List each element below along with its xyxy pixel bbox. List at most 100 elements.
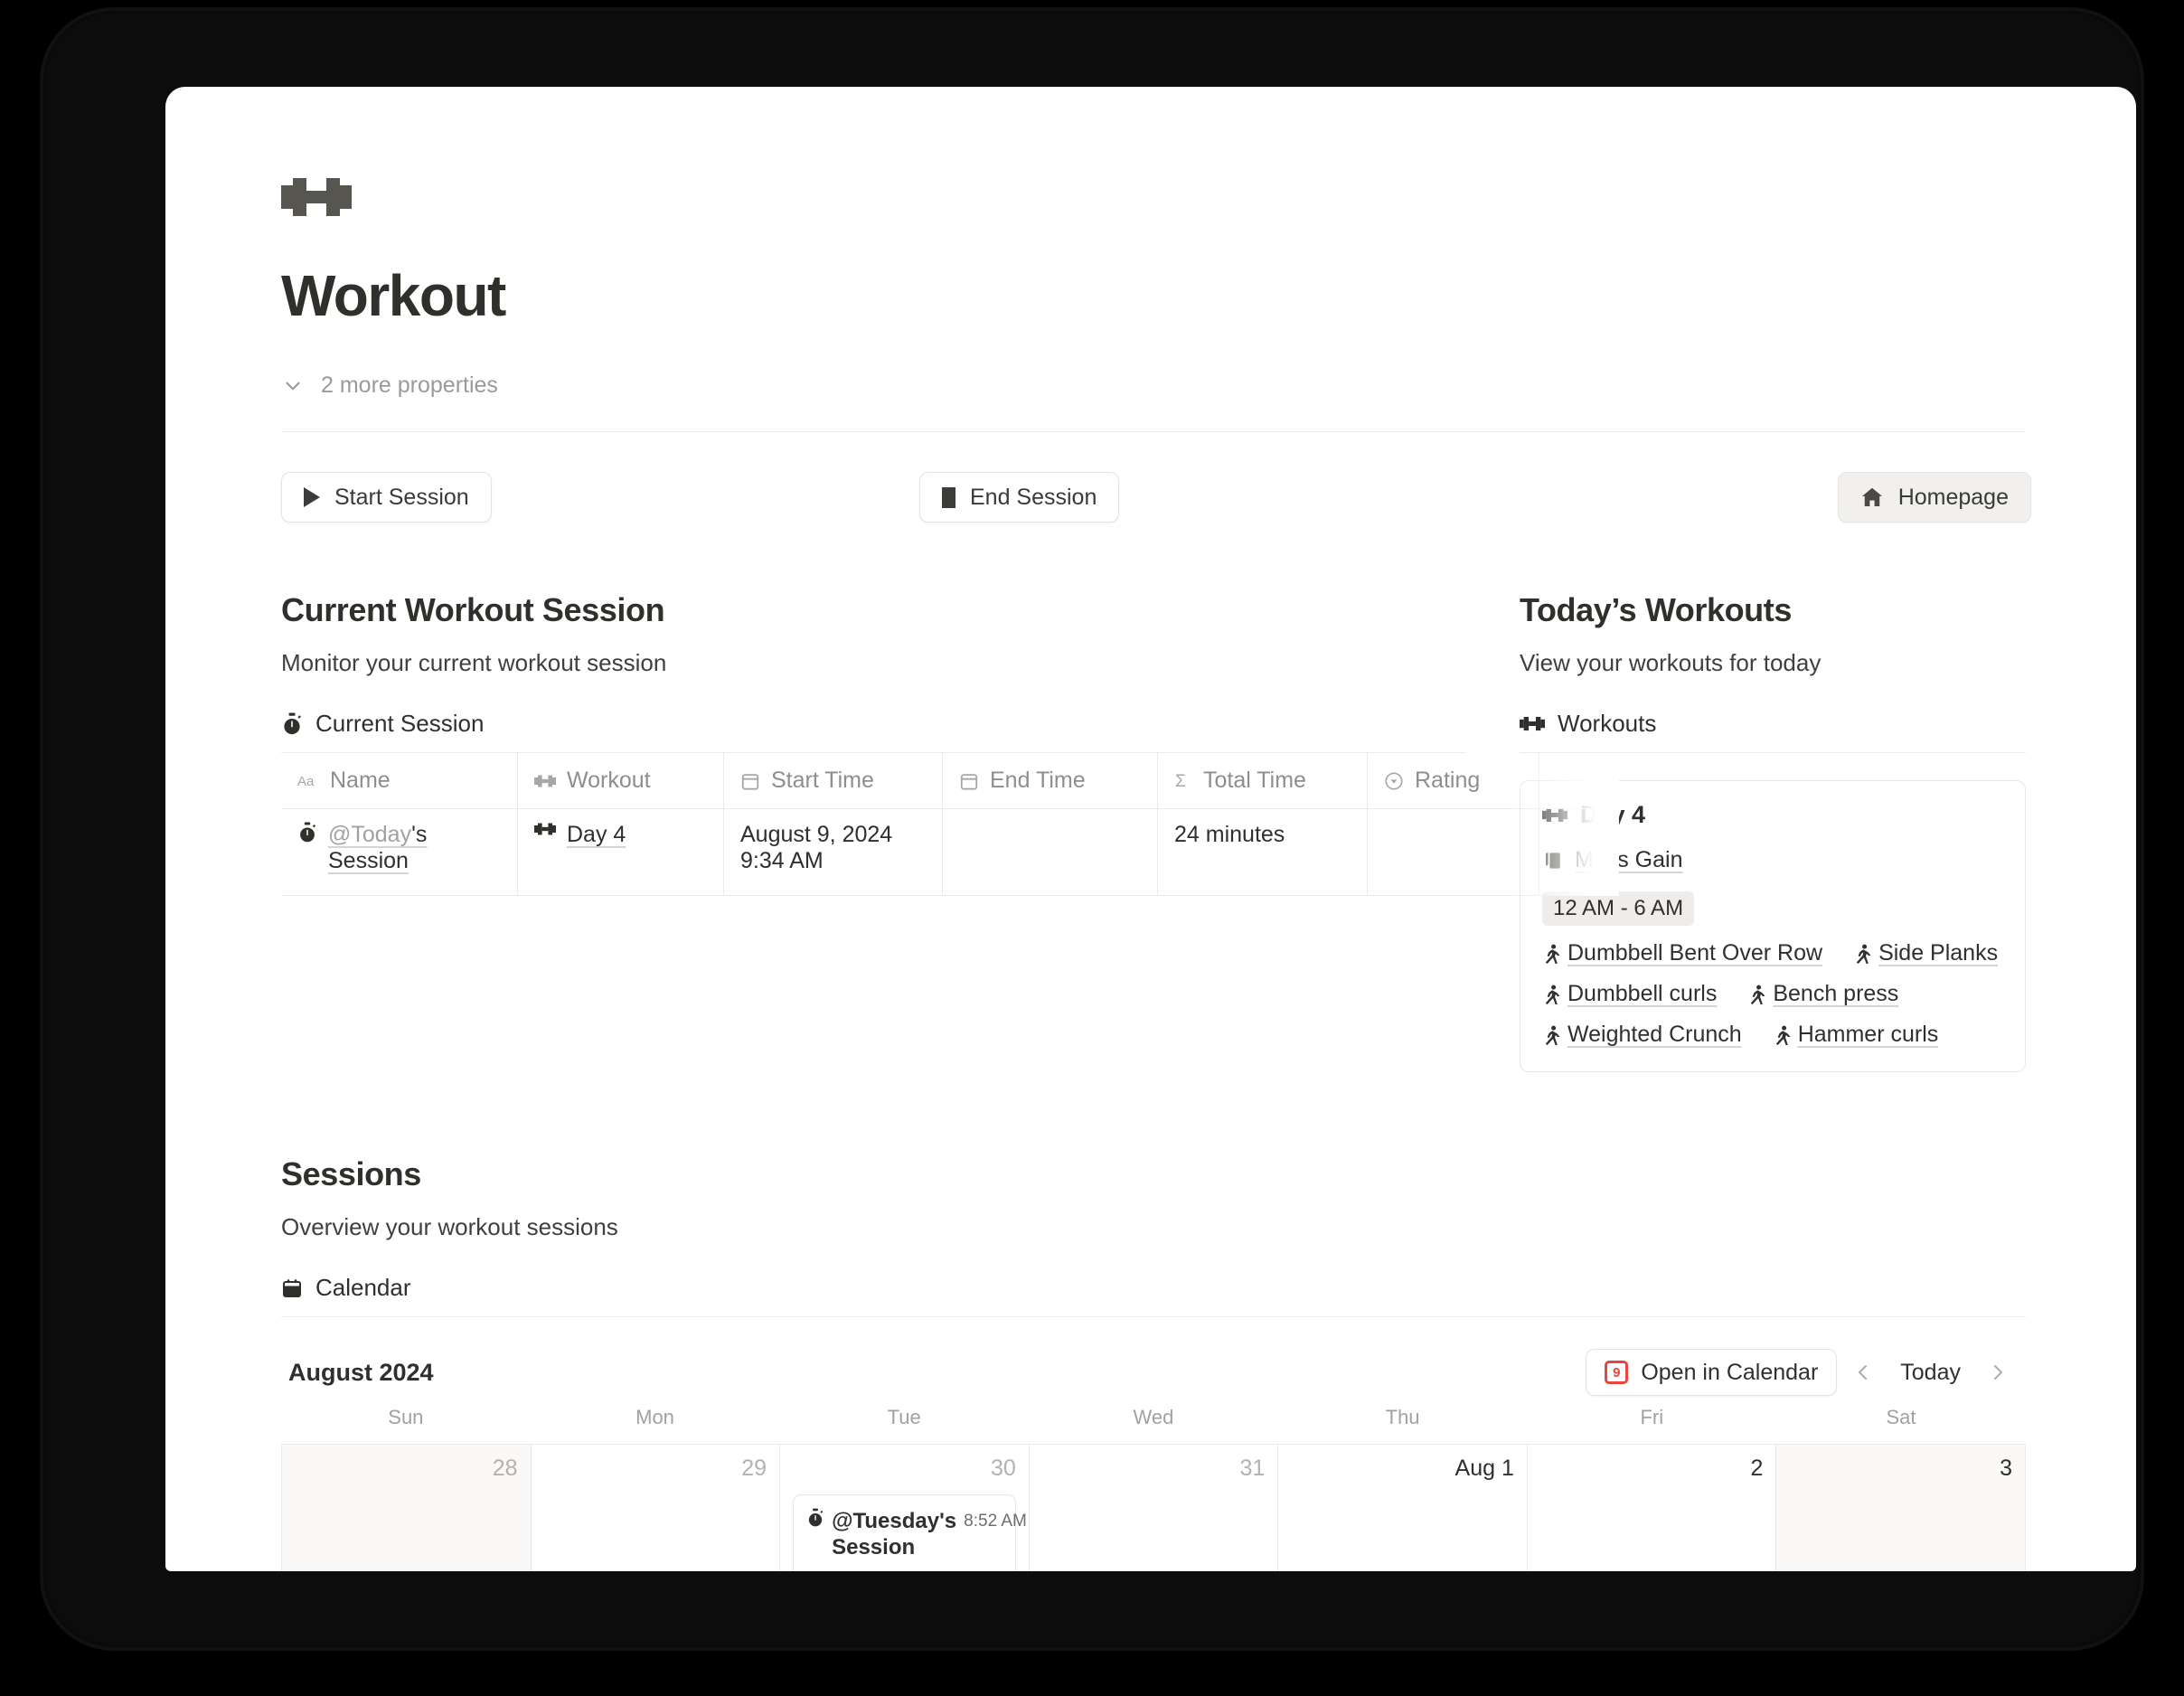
column-label-total-time: Total Time [1203, 768, 1306, 793]
current-session-section: Current Workout Session Monitor your cur… [281, 591, 1619, 1072]
column-header-name[interactable]: Aa Name [281, 753, 518, 809]
cell-rating[interactable] [1368, 809, 1539, 896]
cell-name-text: @Today's Session [328, 822, 501, 874]
exercise-label: Bench press [1773, 981, 1899, 1006]
todays-workouts-db-name: Workouts [1558, 710, 1657, 737]
cell-total-time[interactable]: 24 minutes [1158, 809, 1368, 896]
column-header-start-time[interactable]: Start Time [724, 753, 943, 809]
cell-end-time[interactable] [943, 809, 1158, 896]
day-name: Fri [1640, 1406, 1664, 1428]
table-row[interactable]: @Today's Session Day 4 August 9, 2024 9:… [281, 809, 1619, 896]
runner-icon [1542, 1025, 1560, 1045]
sessions-subtitle: Overview your workout sessions [281, 1213, 618, 1240]
runner-icon [1542, 985, 1560, 1004]
calendar-app-icon: 9 [1605, 1361, 1629, 1384]
current-session-db-name: Current Session [315, 710, 485, 737]
open-in-calendar-label: Open in Calendar [1641, 1359, 1819, 1385]
calendar-day-number: 30 [990, 1456, 1016, 1481]
todays-workouts-db-label[interactable]: Workouts [1520, 710, 2026, 738]
exercise-label: Dumbbell Bent Over Row [1567, 940, 1823, 966]
exercise-label: Dumbbell curls [1567, 981, 1718, 1006]
play-icon [304, 487, 320, 507]
exercise-item[interactable]: Hammer curls [1773, 1022, 1939, 1048]
sessions-section: Sessions Overview your workout sessions … [281, 1155, 2026, 1571]
calendar-day-number: Aug 1 [1454, 1456, 1514, 1481]
open-in-calendar-button[interactable]: 9 Open in Calendar [1586, 1349, 1838, 1396]
more-properties-label: 2 more properties [321, 372, 498, 398]
tablet-device-frame: Workout 2 more properties Start Session [43, 11, 2141, 1647]
calendar-next-button[interactable] [1977, 1352, 2019, 1393]
action-button-row: Start Session End Session Homepage [281, 472, 2082, 526]
column-header-total-time[interactable]: Σ Total Time [1158, 753, 1368, 809]
calendar-day-number: 3 [2000, 1456, 2012, 1481]
column-header-workout[interactable]: Workout [518, 753, 724, 809]
calendar-event-card[interactable]: @Tuesday's Session 8:52 AM Mass Gain [793, 1494, 1027, 1571]
cell-start-time[interactable]: August 9, 2024 9:34 AM [724, 809, 943, 896]
column-header-rating[interactable]: Rating [1368, 753, 1539, 809]
column-label-name: Name [330, 768, 391, 793]
column-label-start-time: Start Time [771, 768, 874, 793]
calendar-db-label[interactable]: Calendar [281, 1274, 2026, 1302]
exercise-item[interactable]: Dumbbell curls [1542, 981, 1717, 1007]
calendar-day-cell[interactable]: 2 [1528, 1445, 1777, 1571]
calendar-day-number: 2 [1750, 1456, 1764, 1481]
runner-icon [1747, 985, 1765, 1004]
exercise-label: Hammer curls [1797, 1022, 1939, 1047]
exercise-item[interactable]: Weighted Crunch [1542, 1022, 1742, 1048]
current-session-table: Aa Name Workout Start Time End Time Σ To… [281, 753, 1619, 896]
stop-icon [942, 486, 956, 508]
exercise-label: Weighted Crunch [1567, 1022, 1742, 1047]
dumbbell-icon [281, 174, 2082, 221]
event-time: 8:52 AM [964, 1512, 1027, 1531]
calendar-day-cell[interactable]: 31 [1030, 1445, 1279, 1571]
start-session-label: Start Session [334, 484, 469, 510]
sigma-icon: Σ [1174, 771, 1192, 791]
workout-card-time-chip: 12 AM - 6 AM [1542, 891, 1695, 926]
notion-page: Workout 2 more properties Start Session [165, 174, 2136, 1571]
main-columns: Current Workout Session Monitor your cur… [281, 591, 2082, 1072]
end-session-button[interactable]: End Session [919, 472, 1120, 523]
cell-name[interactable]: @Today's Session [281, 809, 518, 896]
calendar-icon [281, 1277, 303, 1299]
day-name: Thu [1385, 1406, 1420, 1428]
calendar-grid: 28 29 30 @Tuesday's Session 8:52 AM 31 A… [281, 1444, 2026, 1571]
calendar-icon [740, 771, 760, 791]
exercise-item[interactable]: Dumbbell Bent Over Row [1542, 940, 1822, 966]
calendar-month-label: August 2024 [288, 1358, 434, 1386]
calendar-day-cell[interactable]: 29 [532, 1445, 781, 1571]
todays-workouts-subtitle: View your workouts for today [1520, 649, 1822, 676]
start-session-button[interactable]: Start Session [281, 472, 492, 523]
calendar-day-cell[interactable]: Aug 1 [1278, 1445, 1528, 1571]
calendar-prev-button[interactable] [1842, 1352, 1884, 1393]
dumbbell-icon [534, 774, 556, 788]
stopwatch-icon [297, 822, 317, 843]
calendar-day-cell[interactable]: 3 [1776, 1445, 2026, 1571]
select-circle-icon [1384, 771, 1404, 791]
house-icon [1860, 485, 1884, 509]
column-header-end-time[interactable]: End Time [943, 753, 1158, 809]
event-title-row: @Tuesday's Session 8:52 AM [806, 1508, 1027, 1561]
cell-workout[interactable]: Day 4 [518, 809, 724, 896]
exercise-item[interactable]: Bench press [1747, 981, 1898, 1007]
day-name: Sat [1886, 1406, 1916, 1428]
cell-start-time-text: August 9, 2024 9:34 AM [740, 822, 893, 873]
current-session-db-label[interactable]: Current Session [281, 710, 1465, 738]
exercise-row: Dumbbell Bent Over Row Side Planks [1542, 940, 2003, 966]
calendar-icon [959, 771, 979, 791]
calendar-day-cell[interactable]: 28 [282, 1445, 532, 1571]
homepage-label: Homepage [1897, 484, 2009, 510]
exercise-row: Weighted Crunch Hammer curls [1542, 1022, 2003, 1048]
calendar-day-cell[interactable]: 30 @Tuesday's Session 8:52 AM [780, 1445, 1030, 1571]
homepage-button[interactable]: Homepage [1837, 472, 2031, 523]
more-properties-toggle[interactable]: 2 more properties [281, 372, 2082, 399]
calendar-today-button[interactable]: Today [1889, 1360, 1972, 1386]
end-session-label: End Session [970, 484, 1097, 510]
calendar-app-icon-number: 9 [1613, 1364, 1621, 1380]
column-label-rating: Rating [1415, 768, 1481, 793]
runner-icon [1542, 944, 1560, 964]
event-title-mention: @Tuesday [832, 1509, 940, 1533]
todays-workouts-title: Today’s Workouts [1520, 591, 1792, 628]
stopwatch-icon [806, 1508, 824, 1528]
exercise-item[interactable]: Side Planks [1853, 940, 1998, 966]
aa-icon: Aa [297, 773, 319, 789]
